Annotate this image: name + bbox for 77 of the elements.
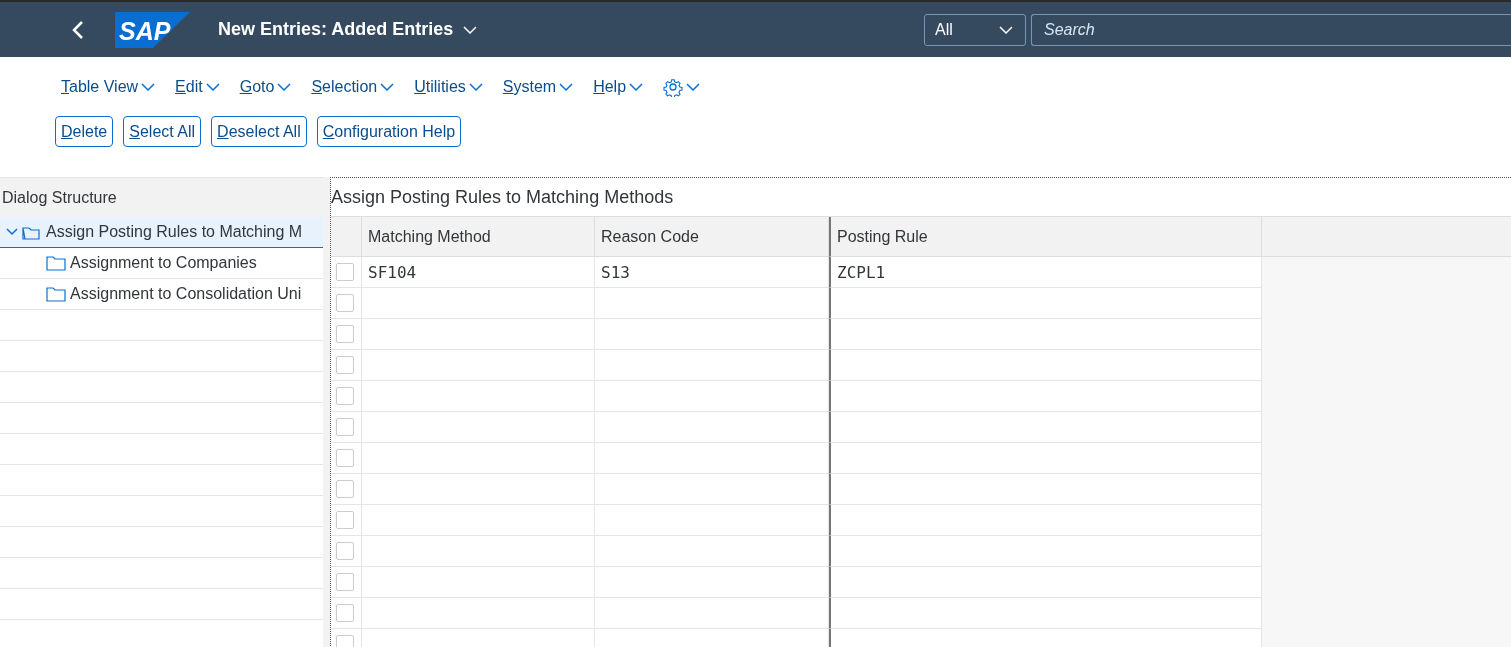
page-title-menu[interactable]: New Entries: Added Entries [218,19,478,40]
input-field[interactable] [595,412,829,443]
toolbar-button[interactable]: Deselect All [211,116,307,147]
chevron-down-icon [463,25,478,34]
input-field[interactable] [362,567,595,598]
column-header: Posting Rule [829,217,1262,257]
menu-item[interactable]: Goto [239,78,292,96]
menu-item[interactable]: Table View [61,78,156,96]
table-cell: S13 [595,257,829,288]
input-field[interactable] [595,505,829,536]
chevron-down-icon [141,83,156,91]
menu-item[interactable]: Help [593,78,644,96]
row-selector-checkbox[interactable] [336,325,354,343]
input-field[interactable] [362,536,595,567]
input-field[interactable] [362,319,595,350]
row-selector-checkbox[interactable] [336,387,354,405]
menu-item[interactable]: System [502,78,574,96]
input-field[interactable] [595,567,829,598]
chevron-down-icon [468,83,483,91]
logo-icon: SAP [115,11,190,48]
row-selector-checkbox[interactable] [336,263,354,281]
input-field[interactable] [595,381,829,412]
chevron-down-icon [559,83,574,91]
search-scope-dropdown[interactable]: All [924,13,1026,46]
menu-item[interactable]: Utilities [414,78,483,96]
search-field[interactable]: Search [1031,13,1511,46]
row-selector-checkbox[interactable] [336,604,354,622]
input-field[interactable] [595,474,829,505]
chevron-down-icon [629,83,644,91]
settings-menu[interactable] [663,77,701,97]
column-header: Reason Code [595,217,829,257]
row-selector-checkbox[interactable] [336,511,354,529]
toolbar-button[interactable]: Select All [123,116,202,147]
input-field[interactable] [595,443,829,474]
tree-item[interactable]: Assignment to Companies [0,248,323,279]
row-selector-checkbox[interactable] [336,449,354,467]
chevron-down-icon [999,25,1013,34]
row-selector-checkbox[interactable] [336,542,354,560]
row-selector-checkbox[interactable] [336,356,354,374]
input-field[interactable] [362,381,595,412]
chevron-down-icon [277,83,292,91]
row-selector-checkbox[interactable] [336,480,354,498]
input-field[interactable] [362,474,595,505]
tree-item[interactable]: Assign Posting Rules to Matching M [0,217,323,248]
chevron-down-icon [205,83,220,91]
input-field[interactable] [595,536,829,567]
settings-icon [663,77,684,97]
toolbar-button[interactable]: Configuration Help [316,116,462,147]
chevron-down-icon [686,83,701,91]
folder-icon [46,255,66,271]
table-cell: SF104 [362,257,595,288]
folder-icon [46,286,66,302]
input-field[interactable] [595,350,829,381]
column-header: Matching Method [362,217,595,257]
folder-icon [22,224,42,240]
back-icon [72,20,84,39]
input-field[interactable] [362,598,595,629]
input-field[interactable] [362,505,595,536]
chevron-down-icon [6,228,18,236]
table-title: Assign Posting Rules to Matching Methods [331,185,675,209]
toolbar-button[interactable]: Delete [55,116,114,147]
input-field[interactable] [362,443,595,474]
menu-item[interactable]: Edit [175,78,220,96]
chevron-down-icon [380,83,395,91]
input-field[interactable] [362,288,595,319]
row-selector-checkbox[interactable] [336,573,354,591]
row-selector-checkbox[interactable] [336,294,354,312]
input-field[interactable] [595,288,829,319]
tree-item[interactable]: Assignment to Consolidation Uni [0,279,323,310]
input-field[interactable] [595,319,829,350]
input-field[interactable] [362,412,595,443]
row-selector-checkbox[interactable] [336,418,354,436]
input-field[interactable] [362,350,595,381]
select-all-header[interactable] [331,217,362,257]
panel-title: Dialog Structure [0,177,323,217]
input-field[interactable] [595,598,829,629]
menu-item[interactable]: Selection [311,78,395,96]
